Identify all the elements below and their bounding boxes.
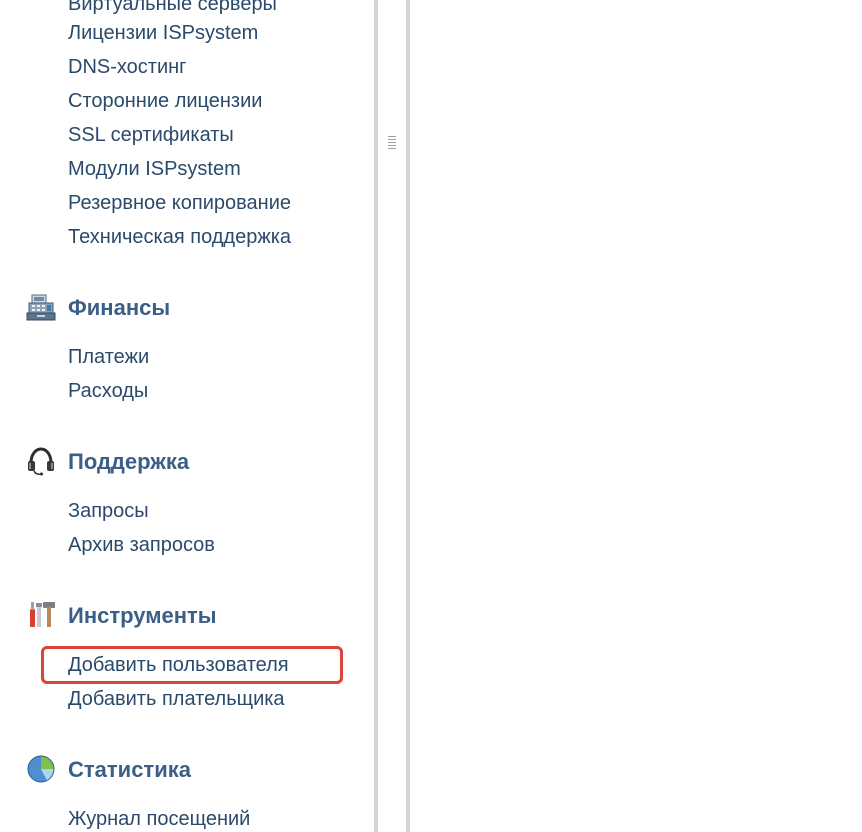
menu-item-virtual-servers[interactable]: Виртуальные серверы <box>68 0 277 16</box>
highlight-box <box>41 646 343 684</box>
section-title-tools: Инструменты <box>68 603 217 628</box>
menu-item-requests[interactable]: Запросы <box>68 499 149 523</box>
tools-icon <box>26 599 56 629</box>
cash-register-icon <box>26 293 56 323</box>
section-title-statistics: Статистика <box>68 757 191 782</box>
main-content-area <box>410 0 862 832</box>
menu-item-add-payer[interactable]: Добавить плательщика <box>68 687 285 711</box>
section-title-support: Поддержка <box>68 449 190 474</box>
panel-splitter[interactable] <box>378 0 406 832</box>
menu-item-dns-hosting[interactable]: DNS-хостинг <box>68 55 186 79</box>
menu-item-third-party-licenses[interactable]: Сторонние лицензии <box>68 89 262 113</box>
menu-item-payments[interactable]: Платежи <box>68 345 149 369</box>
section-title-finance: Финансы <box>68 295 171 320</box>
menu-item-visit-log[interactable]: Журнал посещений <box>68 807 250 831</box>
menu-item-backup[interactable]: Резервное копирование <box>68 191 291 215</box>
menu-item-ispsystem-licenses[interactable]: Лицензии ISPsystem <box>68 21 258 45</box>
menu-item-tech-support[interactable]: Техническая поддержка <box>68 225 291 249</box>
sidebar-menu: Виртуальные серверы Лицензии ISPsystem D… <box>0 0 374 832</box>
menu-item-ssl-certificates[interactable]: SSL сертификаты <box>68 123 234 147</box>
menu-item-ispsystem-modules[interactable]: Модули ISPsystem <box>68 157 241 181</box>
splitter-grip-icon[interactable] <box>388 136 396 150</box>
menu-item-expenses[interactable]: Расходы <box>68 379 148 403</box>
pie-chart-icon <box>26 754 56 784</box>
menu-item-requests-archive[interactable]: Архив запросов <box>68 533 215 557</box>
headset-icon <box>26 446 56 476</box>
